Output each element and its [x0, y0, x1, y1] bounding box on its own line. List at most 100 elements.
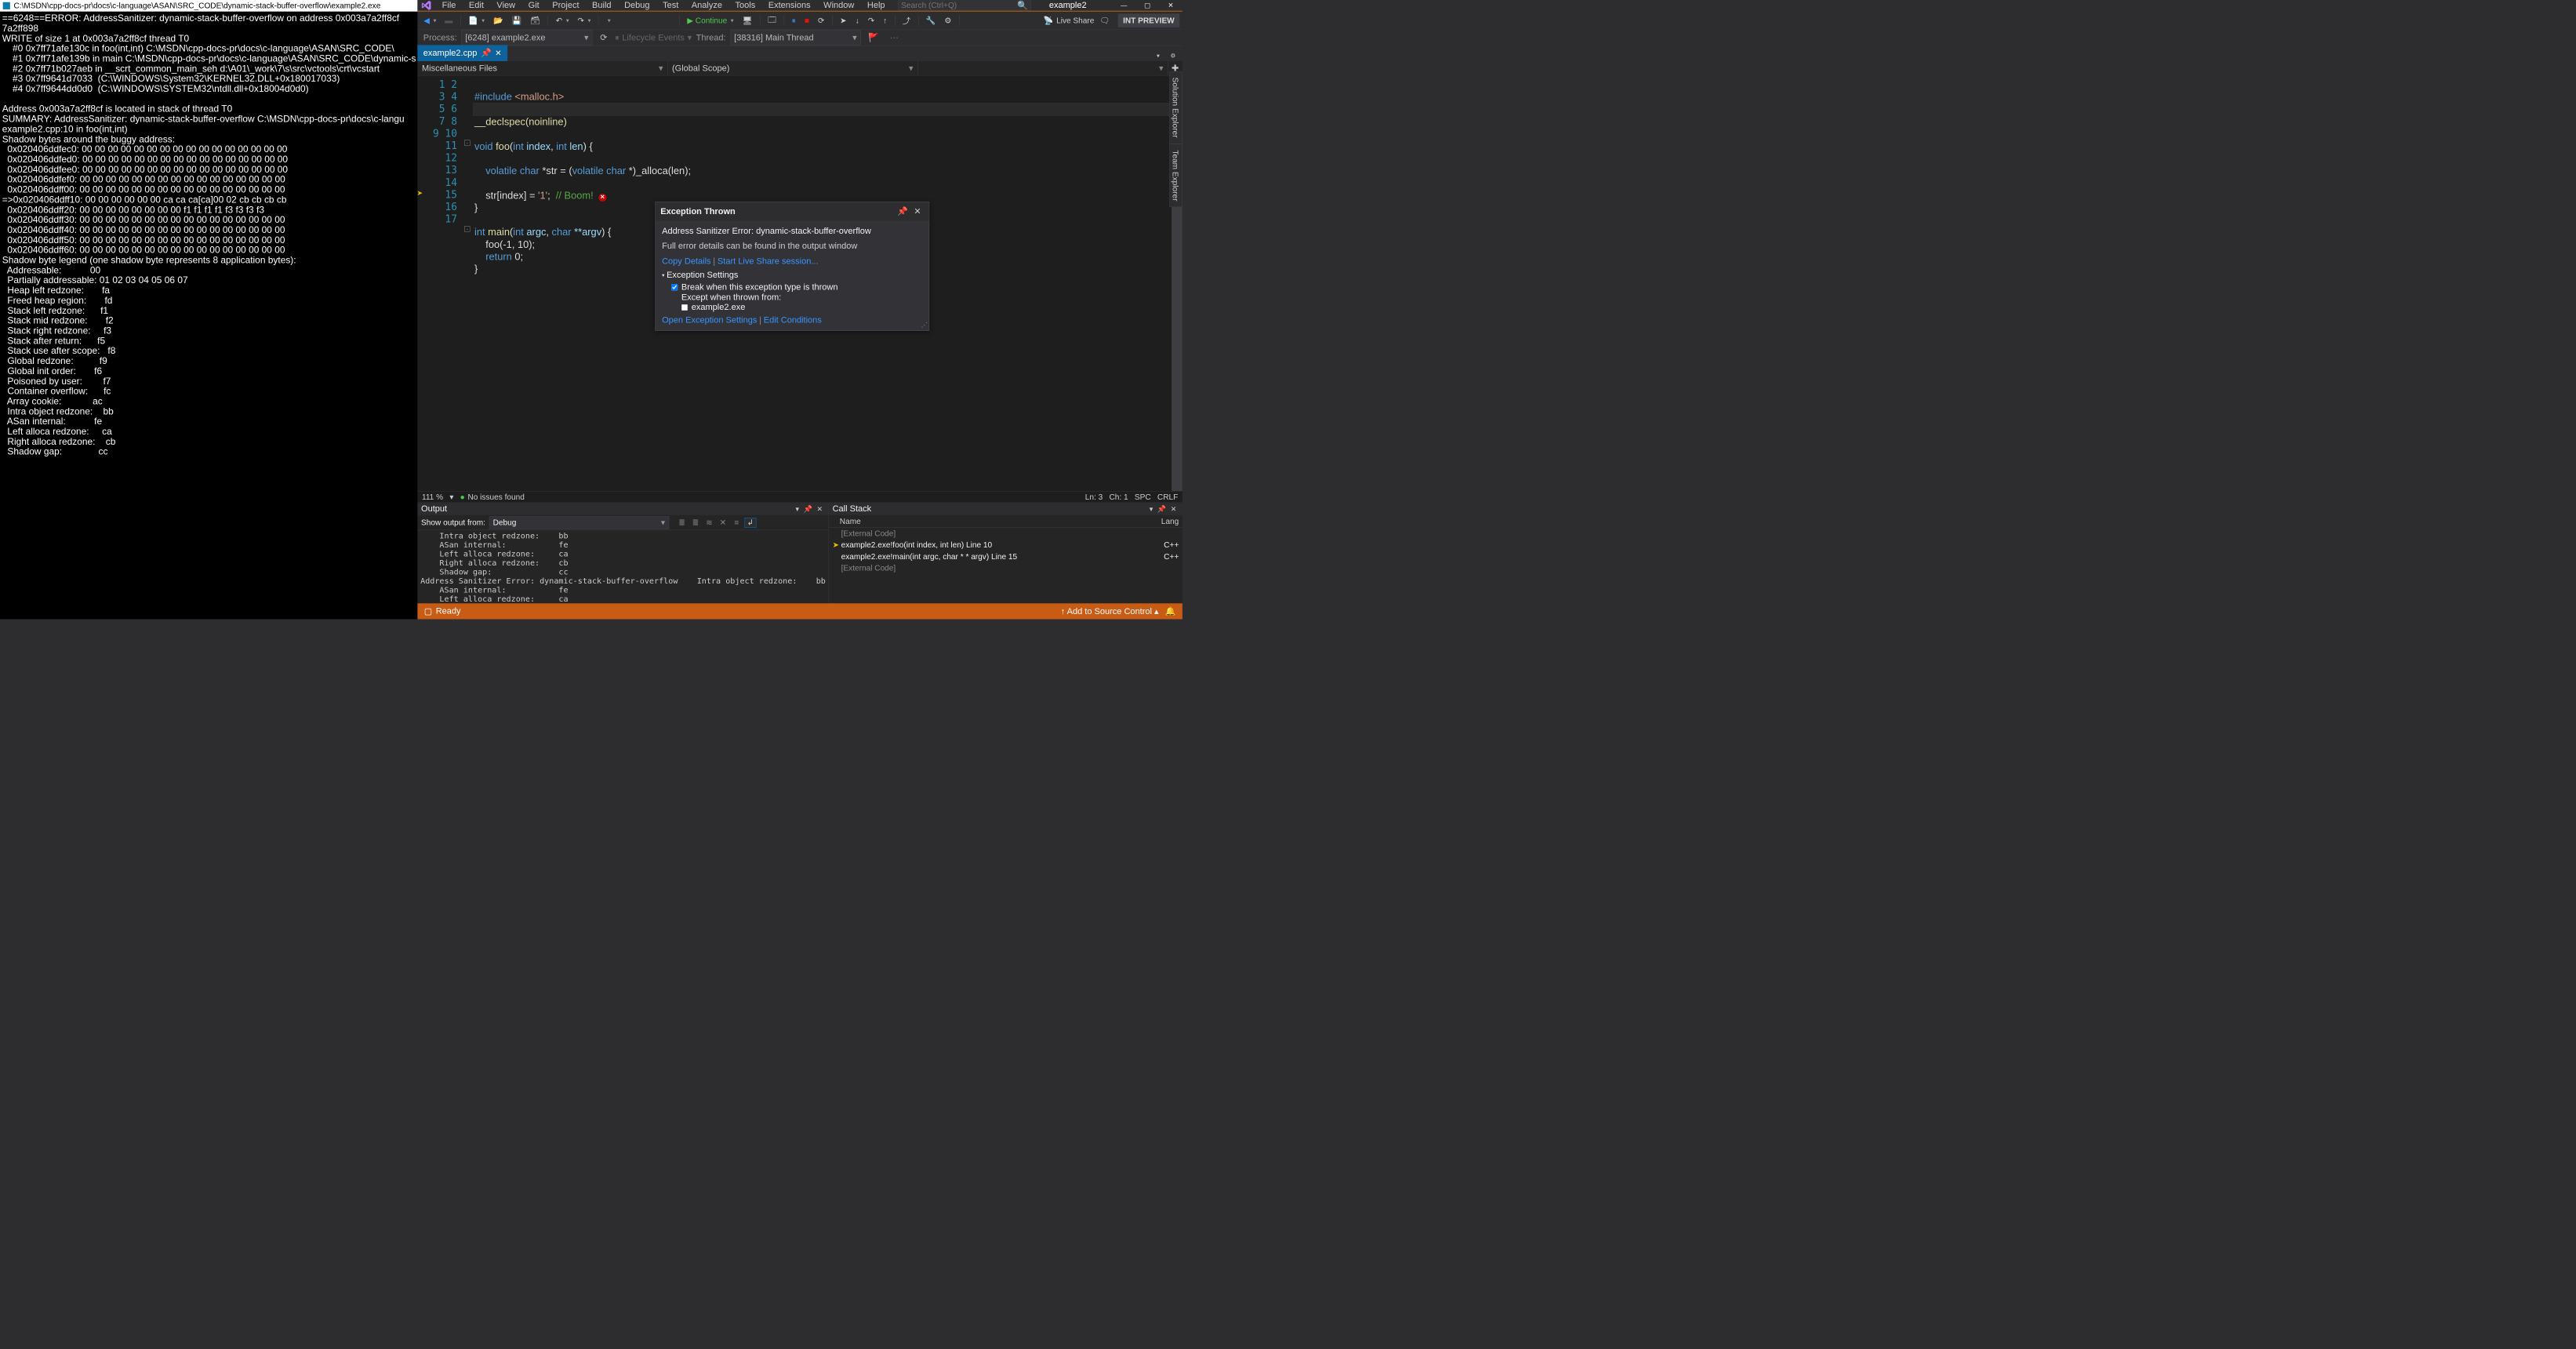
tool-icon-2[interactable]: 🔧 [923, 14, 939, 27]
console-output[interactable]: ==6248==ERROR: AddressSanitizer: dynamic… [0, 12, 417, 458]
solution-explorer-tab[interactable]: Solution Explorer [1169, 71, 1183, 144]
config-combo[interactable] [603, 15, 675, 26]
out-icon-3[interactable]: ≋ [703, 518, 715, 528]
console-titlebar[interactable]: C:\MSDN\cpp-docs-pr\docs\c-language\ASAN… [0, 0, 417, 12]
tab-close-icon[interactable]: ✕ [495, 49, 501, 58]
menu-help[interactable]: Help [861, 0, 892, 12]
callstack-col-name[interactable]: Name [840, 517, 1161, 526]
menu-project[interactable]: Project [546, 0, 586, 12]
panel-pin-icon[interactable]: 📌 [801, 504, 815, 513]
lineending-indicator[interactable]: CRLF [1157, 493, 1178, 502]
out-icon-4[interactable]: ≡ [731, 518, 743, 528]
continue-button[interactable]: ▶Continue [684, 14, 736, 27]
menu-git[interactable]: Git [521, 0, 546, 12]
open-button[interactable]: 📂 [490, 14, 507, 27]
menu-edit[interactable]: Edit [463, 0, 491, 12]
panel-close-icon[interactable]: ✕ [815, 504, 825, 513]
panel-dropdown-icon[interactable]: ▾ [794, 504, 801, 513]
popup-close-icon[interactable]: ✕ [911, 205, 925, 217]
menu-view[interactable]: View [490, 0, 521, 12]
line-indicator[interactable]: Ln: 3 [1085, 493, 1103, 502]
pause-button[interactable]: ⏸ [789, 14, 799, 27]
output-source-combo[interactable]: Debug [489, 516, 670, 529]
edit-conditions-link[interactable]: Edit Conditions [764, 315, 822, 325]
panel-pin-icon[interactable]: 📌 [1155, 504, 1168, 513]
tab-overflow-icon[interactable]: ▾ [1154, 50, 1163, 61]
forward-button[interactable]: ▬ [441, 14, 456, 27]
panel-dropdown-icon[interactable]: ▾ [1147, 504, 1155, 513]
except-module-checkbox[interactable]: example2.exe [671, 303, 922, 313]
resize-grip-icon[interactable]: ⋰ [921, 322, 928, 329]
open-exception-settings-link[interactable]: Open Exception Settings [662, 315, 757, 325]
glyph-margin[interactable]: ➤ [417, 75, 424, 491]
break-on-throw-checkbox[interactable]: Break when this exception type is thrown [671, 282, 922, 293]
search-box[interactable]: 🔍 [898, 0, 1031, 10]
zoom-level[interactable]: 111 % [422, 493, 443, 502]
popup-pin-icon[interactable]: 📌 [895, 205, 911, 217]
tool-icon-3[interactable]: ⚙ [941, 14, 954, 27]
step-into-button[interactable]: ↓ [852, 14, 862, 27]
menu-test[interactable]: Test [656, 0, 685, 12]
code-editor[interactable]: ➤ 1 2 3 4 5 6 7 8 9 10 11 12 13 14 15 16… [417, 75, 1182, 491]
callstack-row[interactable]: ➤example2.exe!foo(int index, int len) Li… [829, 540, 1183, 551]
stack-frame-icon[interactable]: ⋯ [887, 31, 902, 45]
callstack-rows[interactable]: [External Code] ➤example2.exe!foo(int in… [829, 528, 1183, 603]
undo-button[interactable]: ↶ [553, 14, 572, 27]
live-share-button[interactable]: 📡Live Share [1044, 16, 1095, 25]
tool-icon-1[interactable]: ⤴ [899, 13, 914, 27]
out-icon-2[interactable]: ≣ [690, 518, 702, 528]
out-icon-1[interactable]: ≣ [676, 518, 688, 528]
nav-scope-combo[interactable]: (Global Scope) [667, 61, 917, 75]
save-button[interactable]: 💾 [508, 14, 525, 27]
char-indicator[interactable]: Ch: 1 [1110, 493, 1128, 502]
nav-member-combo[interactable] [917, 61, 1168, 75]
fold-margin[interactable]: - - [463, 75, 471, 491]
error-icon[interactable]: ✕ [598, 194, 606, 202]
nav-project-combo[interactable]: Miscellaneous Files [417, 61, 667, 75]
no-issues-indicator[interactable]: ●No issues found [460, 493, 525, 502]
fold-toggle-icon[interactable]: - [464, 226, 470, 231]
debug-target-icon[interactable]: 🖥 [739, 14, 755, 27]
menu-build[interactable]: Build [586, 0, 618, 12]
menu-extensions[interactable]: Extensions [761, 0, 816, 12]
panel-close-icon[interactable]: ✕ [1168, 504, 1179, 513]
spaces-indicator[interactable]: SPC [1135, 493, 1151, 502]
copy-details-link[interactable]: Copy Details [662, 256, 710, 266]
feedback-icon[interactable]: 🗨 [1096, 14, 1113, 27]
thread-combo[interactable]: [38316] Main Thread [730, 30, 861, 45]
show-next-statement-button[interactable]: ➤ [837, 14, 850, 27]
pin-icon[interactable]: 📌 [481, 48, 492, 58]
process-combo[interactable]: [6248] example2.exe [461, 30, 592, 45]
step-out-button[interactable]: ↑ [880, 14, 890, 27]
menu-debug[interactable]: Debug [618, 0, 656, 12]
process-cycle-icon[interactable]: ⟳ [597, 31, 610, 45]
team-explorer-tab[interactable]: Team Explorer [1169, 144, 1183, 207]
minimize-button[interactable]: — [1112, 0, 1135, 11]
callstack-row[interactable]: [External Code] [829, 528, 1183, 540]
output-text[interactable]: Intra object redzone: bb ASan internal: … [417, 530, 828, 603]
callstack-row[interactable]: [External Code] [829, 562, 1183, 574]
thread-flag-icon[interactable]: 🚩 [865, 31, 882, 45]
search-input[interactable] [901, 1, 1017, 10]
tab-settings-icon[interactable]: ⚙ [1167, 50, 1179, 61]
fold-toggle-icon[interactable]: - [464, 140, 470, 146]
start-live-share-link[interactable]: Start Live Share session... [718, 256, 819, 266]
redo-button[interactable]: ↷ [574, 14, 594, 27]
back-button[interactable]: ◀ [420, 14, 439, 27]
tab-example2[interactable]: example2.cpp 📌 ✕ [417, 45, 507, 61]
close-button[interactable]: ✕ [1159, 0, 1183, 11]
menu-analyze[interactable]: Analyze [685, 0, 729, 12]
windows-icon[interactable]: 🗔 [765, 12, 779, 29]
new-button[interactable]: 📄 [465, 14, 488, 27]
source-control-button[interactable]: ↑ Add to Source Control ▴ [1061, 606, 1159, 616]
step-over-button[interactable]: ↷ [865, 14, 878, 27]
callstack-col-lang[interactable]: Lang [1161, 517, 1179, 526]
callstack-row[interactable]: example2.exe!main(int argc, char * * arg… [829, 551, 1183, 562]
vs-logo-icon[interactable] [417, 0, 435, 11]
menu-file[interactable]: File [435, 0, 462, 12]
notifications-icon[interactable]: 🔔 [1165, 606, 1176, 616]
maximize-button[interactable]: ▢ [1135, 0, 1159, 11]
menu-window[interactable]: Window [817, 0, 861, 12]
wrap-icon[interactable]: ↲ [744, 518, 756, 528]
clear-icon[interactable]: ✕ [718, 518, 729, 528]
